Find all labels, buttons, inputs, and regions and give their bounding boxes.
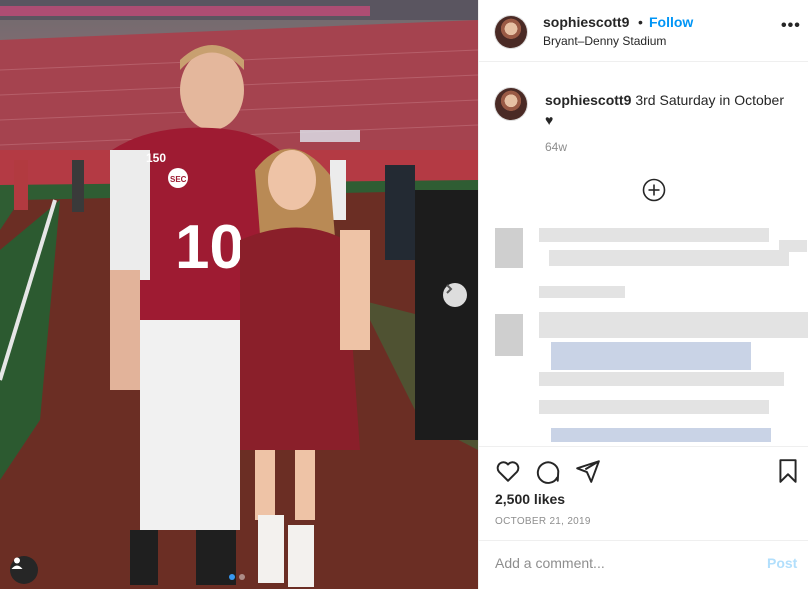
blurred-text	[549, 250, 789, 266]
author-avatar[interactable]	[495, 16, 527, 48]
post-comment-button[interactable]: Post	[767, 555, 797, 571]
caption-time-ago: 64w	[545, 140, 568, 154]
blurred-avatar	[495, 314, 523, 356]
jersey-number: 10	[175, 213, 244, 282]
follow-button[interactable]: Follow	[649, 14, 693, 30]
conference-logo: SEC	[170, 175, 187, 184]
caption-avatar[interactable]	[495, 88, 527, 120]
post-date: OCTOBER 21, 2019	[495, 516, 591, 527]
chevron-right-icon	[446, 284, 453, 294]
share-send-icon[interactable]	[575, 458, 601, 484]
blurred-avatar	[495, 228, 523, 268]
user-icon	[11, 557, 23, 569]
comment-icon[interactable]	[535, 458, 561, 484]
load-more-comments-icon[interactable]	[642, 178, 666, 202]
author-username[interactable]: sophiescott9	[543, 14, 629, 30]
blurred-text	[539, 286, 625, 298]
blurred-text	[539, 372, 784, 386]
post-caption: sophiescott9 3rd Saturday in October ♥	[545, 90, 801, 130]
carousel-indicator	[229, 574, 245, 580]
caption-text: 3rd Saturday in October	[635, 92, 784, 108]
like-count[interactable]: 2,500 likes	[495, 491, 565, 507]
save-bookmark-icon[interactable]	[775, 458, 801, 484]
blurred-text	[551, 342, 751, 370]
blurred-text	[539, 228, 769, 242]
jersey-patch: 150	[146, 151, 166, 165]
blurred-text	[539, 400, 769, 414]
post-photo[interactable]: 10 150 SEC	[0, 0, 478, 589]
blurred-text	[551, 428, 771, 442]
post-sidebar: sophiescott9 • Follow Bryant–Denny Stadi…	[478, 0, 808, 589]
tagged-users-button[interactable]	[10, 556, 38, 584]
header-separator: •	[638, 14, 643, 30]
post-header: sophiescott9 • Follow Bryant–Denny Stadi…	[479, 0, 808, 62]
heart-emoji: ♥	[545, 112, 554, 128]
blurred-text	[539, 312, 808, 338]
post-actions	[479, 446, 808, 495]
carousel-next-button[interactable]	[443, 283, 467, 307]
photo-scene: 10 150 SEC	[0, 0, 478, 589]
post-location[interactable]: Bryant–Denny Stadium	[543, 34, 666, 48]
comment-input[interactable]	[495, 555, 745, 571]
caption-username[interactable]: sophiescott9	[545, 92, 631, 108]
like-heart-icon[interactable]	[495, 458, 521, 484]
comment-bar: Post	[479, 540, 808, 590]
carousel-dot	[239, 574, 245, 580]
more-options-icon[interactable]: •••	[781, 17, 801, 35]
carousel-dot-active	[229, 574, 235, 580]
